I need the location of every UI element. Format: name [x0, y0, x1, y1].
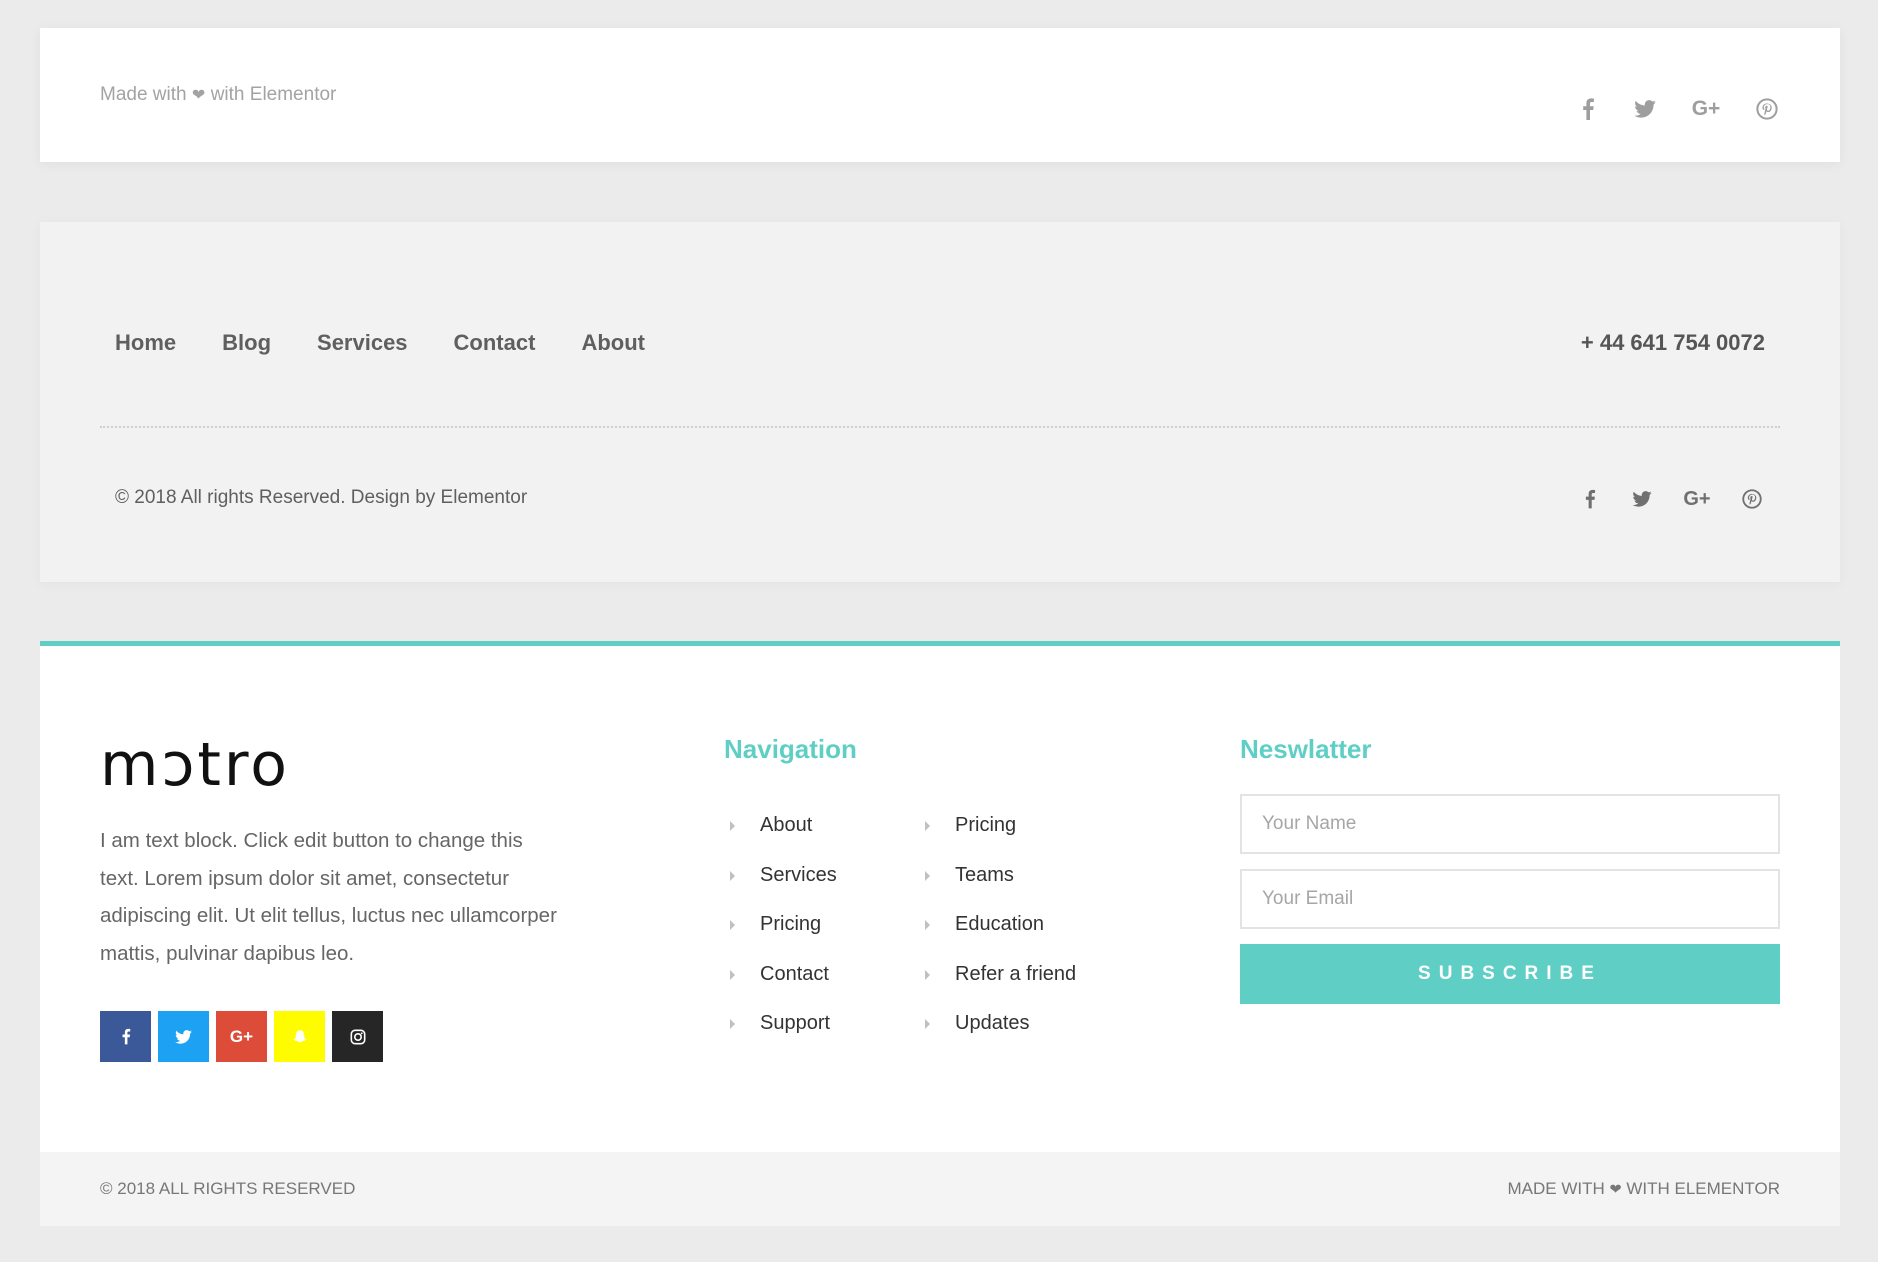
caret-right-icon [925, 1019, 930, 1029]
navigation-column-1: About Services Pricing Contact Support [730, 814, 837, 1062]
footer-nav: Home Blog Services Contact About [115, 330, 645, 356]
twitter-icon[interactable] [1629, 486, 1655, 512]
nav-about[interactable]: About [581, 330, 645, 356]
facebook-icon[interactable] [1577, 486, 1603, 512]
nav-link-label: Updates [955, 1012, 1030, 1034]
nav-link[interactable]: Services [730, 864, 837, 914]
nav-link-label: Support [760, 1012, 831, 1034]
caret-right-icon [925, 821, 930, 831]
caret-right-icon [730, 1019, 735, 1029]
credit-text: Made with ❤ with Elementor [100, 84, 336, 106]
nav-link[interactable]: Refer a friend [925, 963, 1076, 1013]
nav-blog[interactable]: Blog [222, 330, 271, 356]
heart-icon: ❤ [191, 86, 206, 104]
nav-link-label: Pricing [955, 814, 1017, 836]
footer-variant-3: mɔtro I am text block. Click edit button… [40, 641, 1840, 1226]
dotted-divider [100, 426, 1780, 428]
bottom-bar: © 2018 ALL RIGHTS RESERVED MADE WITH ❤ W… [40, 1152, 1840, 1226]
copyright-text: © 2018 All rights Reserved. Design by El… [115, 487, 528, 508]
nav-link-label: Pricing [760, 913, 822, 935]
twitter-icon[interactable] [1632, 96, 1658, 122]
nav-link[interactable]: Teams [925, 864, 1076, 914]
footer-variant-2: Home Blog Services Contact About + 44 64… [40, 222, 1840, 582]
nav-link[interactable]: Pricing [730, 913, 837, 963]
snapchat-icon[interactable] [274, 1011, 325, 1062]
bottom-credit-prefix: MADE WITH [1507, 1179, 1605, 1198]
caret-right-icon [730, 969, 735, 980]
nav-link-label: Services [760, 863, 837, 886]
email-input[interactable] [1240, 869, 1780, 929]
bottom-copyright: © 2018 ALL RIGHTS RESERVED [100, 1179, 356, 1198]
nav-link-label: Refer a friend [955, 962, 1077, 985]
logo[interactable]: mɔtro [100, 730, 290, 800]
caret-right-icon [925, 969, 930, 980]
google-plus-icon[interactable]: G+ [1689, 96, 1723, 122]
caret-right-icon [730, 920, 735, 930]
footer-variant-1: Made with ❤ with Elementor G+ [40, 28, 1840, 162]
nav-link-label: About [760, 814, 813, 836]
nav-link[interactable]: Support [730, 1012, 837, 1062]
nav-contact[interactable]: Contact [454, 330, 536, 356]
bottom-credit-suffix: WITH ELEMENTOR [1626, 1179, 1780, 1198]
nav-link-label: Contact [760, 962, 829, 985]
facebook-icon[interactable] [100, 1011, 151, 1062]
credit-prefix: Made with [100, 84, 187, 105]
nav-link[interactable]: Education [925, 913, 1076, 963]
navigation-title: Navigation [724, 734, 857, 764]
credit-suffix: with Elementor [210, 84, 337, 105]
social-squares: G+ [100, 1011, 383, 1062]
google-plus-icon[interactable]: G+ [1681, 486, 1713, 512]
google-plus-icon[interactable]: G+ [216, 1011, 267, 1062]
nav-home[interactable]: Home [115, 330, 176, 356]
caret-right-icon [925, 920, 930, 930]
nav-link[interactable]: About [730, 814, 837, 864]
navigation-column-2: Pricing Teams Education Refer a friend U… [925, 814, 1076, 1062]
caret-right-icon [730, 821, 735, 831]
subscribe-button[interactable]: SUBSCRIBE [1240, 944, 1780, 1004]
caret-right-icon [925, 870, 930, 881]
facebook-icon[interactable] [1575, 96, 1601, 122]
caret-right-icon [730, 870, 735, 881]
pinterest-icon[interactable] [1754, 96, 1780, 122]
twitter-icon[interactable] [158, 1011, 209, 1062]
nav-link[interactable]: Pricing [925, 814, 1076, 864]
instagram-icon[interactable] [332, 1011, 383, 1062]
bottom-credit: MADE WITH ❤ WITH ELEMENTOR [1508, 1179, 1781, 1199]
nav-link[interactable]: Contact [730, 963, 837, 1013]
newsletter-title: Neswlatter [1240, 734, 1372, 764]
about-text: I am text block. Click edit button to ch… [100, 829, 557, 965]
social-links: G+ [1577, 486, 1765, 512]
pinterest-icon[interactable] [1739, 486, 1765, 512]
heart-icon: ❤ [1609, 1182, 1622, 1198]
nav-link[interactable]: Updates [925, 1012, 1076, 1062]
name-input[interactable] [1240, 794, 1780, 854]
phone-number[interactable]: + 44 641 754 0072 [1581, 330, 1765, 356]
social-links: G+ [1575, 96, 1780, 122]
nav-link-label: Teams [955, 863, 1014, 886]
nav-services[interactable]: Services [317, 330, 408, 356]
nav-link-label: Education [955, 913, 1044, 935]
